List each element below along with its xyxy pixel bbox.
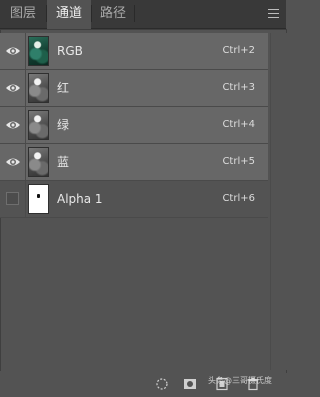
tab-layers[interactable]: 图层 <box>0 0 46 28</box>
channel-row-blue[interactable]: 蓝 Ctrl+5 <box>0 144 268 181</box>
channel-name: Alpha 1 <box>57 192 103 206</box>
row-divider <box>25 33 26 69</box>
channels-panel: 图层 通道 路径 RGB Ctrl+2 红 Ctrl+3 绿 Ctrl+4 蓝 … <box>0 0 287 397</box>
channel-name: 蓝 <box>57 155 70 169</box>
channel-row-rgb[interactable]: RGB Ctrl+2 <box>0 33 268 70</box>
channel-name: RGB <box>57 44 83 58</box>
channel-row-alpha-1[interactable]: Alpha 1 Ctrl+6 <box>0 181 268 218</box>
channel-name: 红 <box>57 81 70 95</box>
eye-icon[interactable] <box>5 155 21 169</box>
tab-channels[interactable]: 通道 <box>47 0 91 29</box>
channel-row-red[interactable]: 红 Ctrl+3 <box>0 70 268 107</box>
tab-divider <box>134 5 135 22</box>
channel-thumbnail <box>28 110 49 140</box>
row-divider <box>25 181 26 217</box>
save-selection-icon[interactable] <box>183 377 197 391</box>
channel-thumbnail <box>28 147 49 177</box>
scrollbar[interactable] <box>270 33 287 370</box>
channel-name: 绿 <box>57 118 70 132</box>
row-divider <box>25 70 26 106</box>
panel-tab-bar: 图层 通道 路径 <box>0 0 286 29</box>
eye-icon[interactable] <box>5 118 21 132</box>
row-divider <box>25 144 26 180</box>
watermark: 头条@三哥摄氏度 <box>208 376 272 385</box>
channel-shortcut: Ctrl+5 <box>222 156 255 167</box>
channel-list: RGB Ctrl+2 红 Ctrl+3 绿 Ctrl+4 蓝 Ctrl+5 Al… <box>0 33 268 218</box>
load-selection-icon[interactable] <box>155 377 169 391</box>
channel-shortcut: Ctrl+2 <box>222 45 255 56</box>
eye-icon[interactable] <box>5 44 21 58</box>
channel-row-green[interactable]: 绿 Ctrl+4 <box>0 107 268 144</box>
panel-menu-icon[interactable] <box>268 9 279 18</box>
row-divider <box>25 107 26 143</box>
channel-shortcut: Ctrl+4 <box>222 119 255 130</box>
channel-thumbnail <box>28 184 49 214</box>
visibility-checkbox[interactable] <box>6 192 19 205</box>
channel-thumbnail <box>28 36 49 66</box>
channel-shortcut: Ctrl+6 <box>222 193 255 204</box>
eye-icon[interactable] <box>5 81 21 95</box>
tab-paths[interactable]: 路径 <box>92 0 134 28</box>
channel-thumbnail <box>28 73 49 103</box>
channel-shortcut: Ctrl+3 <box>222 82 255 93</box>
